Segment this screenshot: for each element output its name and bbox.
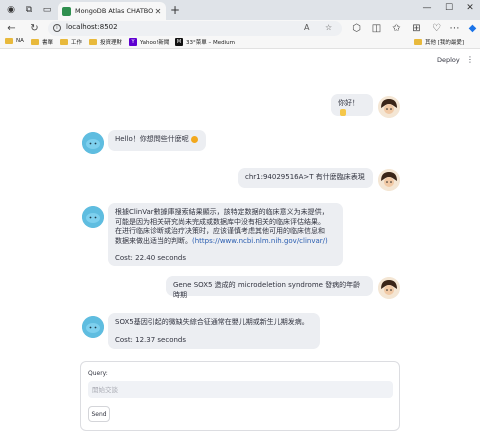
profile-icon[interactable]: ◉ — [4, 3, 18, 17]
bookmark-label: 33°菜單 – Medium — [186, 40, 235, 46]
send-button[interactable]: Send — [88, 406, 110, 422]
bookmark-na[interactable]: NA — [5, 38, 24, 44]
bookmarks-bar: NA 書單 工作 投資理財 Y Yahoo!新聞 M 33°菜單 – Mediu… — [0, 37, 480, 49]
bookmark-label: 其他 [我的最愛] — [425, 40, 465, 46]
message-line: 根據ClinVar數據庫搜索結果顯示，該特定数据的临床意义为未提供， — [115, 208, 329, 216]
cost-label: Cost: 22.40 seconds — [115, 254, 187, 262]
minimize-button[interactable]: — — [420, 3, 434, 13]
user-avatar — [378, 277, 400, 299]
collections-icon[interactable]: ⊞ — [410, 22, 423, 35]
query-form: Query: Send — [80, 361, 400, 431]
clinvar-link[interactable]: (https://www.ncbi.nlm.nih.gov/clinvar/) — [192, 237, 328, 245]
message-text: Hello！你想問些什麼呢 — [115, 135, 189, 143]
bookmark-label: 投資理財 — [100, 40, 123, 46]
assistant-avatar — [82, 316, 104, 338]
message-text: SOX5基因引起的微缺失綜合征通常在嬰儿期或新生儿期发病。 — [115, 318, 309, 326]
back-icon[interactable]: ← — [5, 22, 18, 35]
assistant-message: Hello！你想問些什麼呢 — [108, 130, 206, 151]
waving-hand-icon — [340, 109, 346, 116]
other-bookmarks[interactable]: 其他 [我的最愛] — [414, 38, 464, 46]
bookmark-finance[interactable]: 投資理財 — [89, 38, 122, 46]
query-input[interactable] — [88, 381, 393, 398]
bookmark-work[interactable]: 工作 — [60, 38, 82, 46]
more-options-icon[interactable]: ⋯ — [448, 22, 461, 35]
folder-icon — [414, 39, 422, 45]
close-window-button[interactable]: ✕ — [463, 3, 477, 13]
tab-actions-icon[interactable]: ▭ — [40, 3, 54, 17]
main-menu-icon[interactable]: ⋮ — [466, 55, 474, 64]
app-header: Deploy ⋮ — [0, 50, 480, 72]
extensions-icon[interactable]: ⬡ — [350, 22, 363, 35]
message-line: 数据来做出适当的判断。 — [115, 236, 192, 245]
favorites-icon[interactable]: ✩ — [390, 22, 403, 35]
assistant-message: 根據ClinVar數據庫搜索結果顯示，該特定数据的临床意义为未提供， 可能是因为… — [108, 203, 343, 266]
favorite-star-icon[interactable]: ☆ — [325, 23, 332, 32]
deploy-button[interactable]: Deploy — [437, 56, 460, 64]
address-url: localhost:8502 — [66, 23, 118, 31]
assistant-message: SOX5基因引起的微缺失綜合征通常在嬰儿期或新生儿期发病。 Cost: 12.3… — [108, 313, 320, 349]
assistant-avatar — [82, 206, 104, 228]
bookmark-label: NA — [16, 38, 24, 44]
folder-icon — [5, 38, 13, 44]
tab-close-icon[interactable]: ✕ — [153, 7, 163, 16]
user-avatar — [378, 96, 400, 118]
tab-title: MongoDB Atlas CHATBOT TEST — [75, 7, 153, 15]
folder-icon — [31, 39, 39, 45]
medium-icon: M — [175, 38, 183, 46]
message-text: 你好！ — [338, 99, 359, 107]
maximize-button[interactable]: ☐ — [442, 3, 456, 13]
folder-icon — [89, 39, 97, 45]
bookmark-medium[interactable]: M 33°菜單 – Medium — [175, 38, 235, 46]
bookmark-books[interactable]: 書單 — [31, 38, 53, 46]
user-message: chr1:94029516A>T 有什麼臨床表現 — [238, 168, 373, 188]
user-avatar — [378, 169, 400, 191]
new-tab-button[interactable]: + — [170, 3, 180, 17]
assistant-avatar — [82, 132, 104, 154]
workspaces-icon[interactable]: ⧉ — [22, 3, 36, 17]
bookmark-label: 書單 — [42, 40, 54, 46]
message-line: 在进行临床诊断或治疗决策时，应该谨慎考虑其他可用的临床信息和 — [115, 227, 325, 235]
site-info-icon[interactable]: i — [53, 24, 61, 32]
user-message: 你好！ — [331, 94, 373, 116]
folder-icon — [60, 39, 68, 45]
bookmark-yahoo[interactable]: Y Yahoo!新聞 — [129, 38, 169, 46]
yahoo-icon: Y — [129, 38, 137, 46]
read-aloud-icon[interactable]: A — [304, 23, 309, 32]
browser-tab-strip: ◉ ⧉ ▭ MongoDB Atlas CHATBOT TEST ✕ + — ☐… — [0, 0, 480, 20]
mongodb-favicon-icon — [62, 6, 71, 16]
message-line: 可能是因为相关研究尚未完成或数据库中没有相关的临床评估结果。 — [115, 217, 325, 226]
copilot-icon[interactable]: ◆ — [466, 22, 479, 35]
query-label: Query: — [88, 370, 108, 377]
message-text: chr1:94029516A>T 有什麼臨床表現 — [245, 173, 365, 181]
user-message: Gene SOX5 造成的 microdeletion syndrome 發病的… — [166, 276, 373, 299]
performance-icon[interactable]: ♡ — [430, 22, 443, 35]
bookmark-label: 工作 — [71, 40, 83, 46]
browser-toolbar: ← ↻ i localhost:8502 A ☆ ⬡ ◫ ✩ ⊞ ♡ ⋯ ◆ — [0, 20, 480, 37]
message-text: Gene SOX5 造成的 microdeletion syndrome 發病的… — [173, 281, 361, 299]
active-tab[interactable]: MongoDB Atlas CHATBOT TEST ✕ — [58, 2, 166, 20]
address-bar[interactable]: i localhost:8502 A ☆ — [48, 21, 342, 36]
reload-icon[interactable]: ↻ — [28, 22, 41, 35]
split-screen-icon[interactable]: ◫ — [370, 22, 383, 35]
bookmark-label: Yahoo!新聞 — [140, 40, 170, 46]
cost-label: Cost: 12.37 seconds — [115, 335, 187, 344]
smile-emoji-icon — [190, 135, 198, 143]
